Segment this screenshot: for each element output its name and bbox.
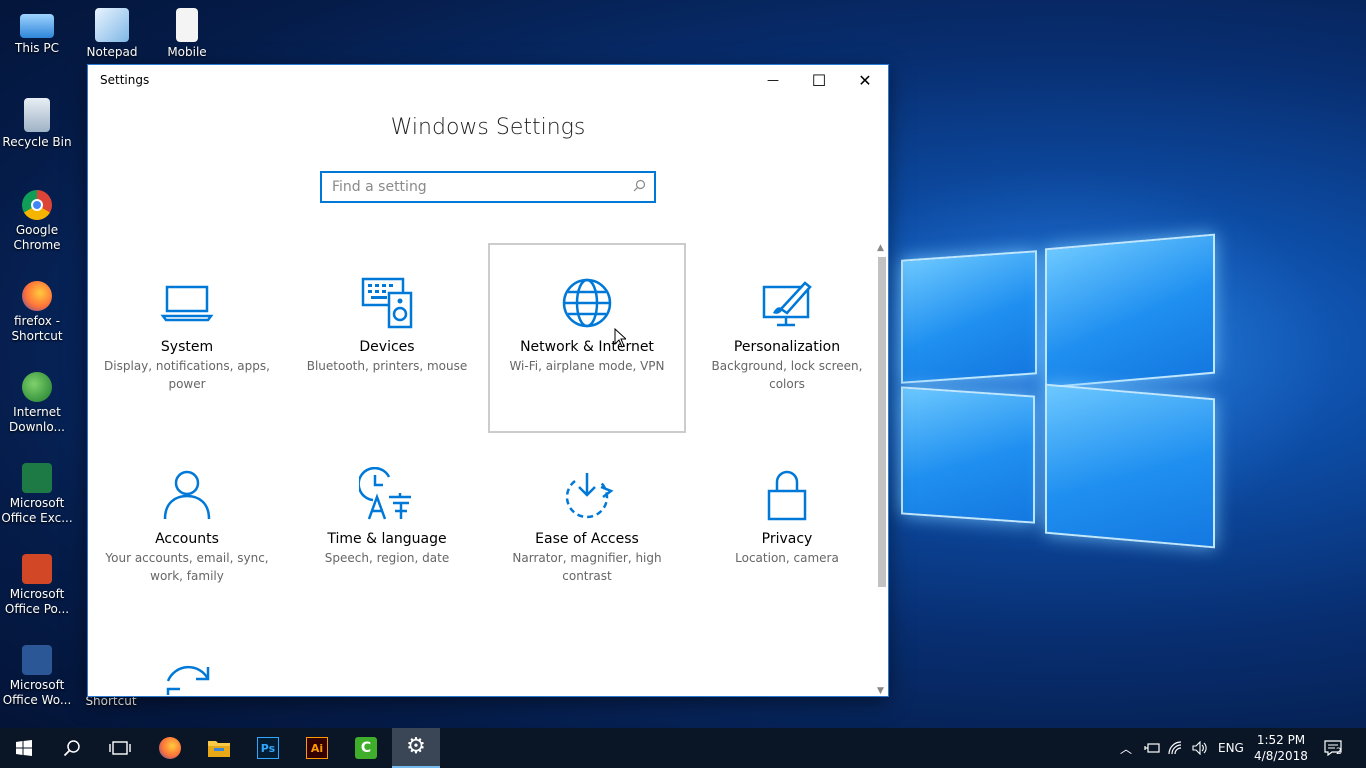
chevron-up-icon: ︿ xyxy=(1120,741,1133,756)
notification-count-badge: 2 xyxy=(1336,747,1342,757)
date: 4/8/2018 xyxy=(1254,749,1308,763)
tray-network[interactable] xyxy=(1168,728,1186,768)
desktop-icon-recycle-bin[interactable]: Recycle Bin xyxy=(0,98,74,150)
desktop-icon-word[interactable]: Microsoft Office Wo... xyxy=(0,645,74,708)
settings-icon: ⚙ xyxy=(406,734,426,759)
person-icon xyxy=(159,467,215,523)
recycle-bin-icon xyxy=(24,98,50,132)
close-icon: ✕ xyxy=(858,70,872,90)
file-explorer-icon xyxy=(208,741,230,757)
tile-system[interactable]: System Display, notifications, apps, pow… xyxy=(88,243,286,433)
lock-icon xyxy=(759,467,815,523)
title-bar[interactable]: Settings — ☐ ✕ xyxy=(88,65,888,95)
search-icon xyxy=(63,740,80,757)
desktop-icon-notepad[interactable]: Notepad xyxy=(75,8,149,60)
close-button[interactable]: ✕ xyxy=(842,65,888,95)
input-language[interactable]: ENG xyxy=(1218,728,1244,768)
illustrator-icon: Ai xyxy=(306,737,328,759)
desktop-icon-shortcut[interactable]: Shortcut xyxy=(74,694,148,709)
taskbar-file-explorer[interactable] xyxy=(195,728,243,768)
start-icon xyxy=(16,740,32,756)
desktop-icon-powerpoint[interactable]: Microsoft Office Po... xyxy=(0,554,74,617)
search-box[interactable] xyxy=(320,171,656,203)
task-view-icon xyxy=(109,741,131,755)
mouse-cursor-icon xyxy=(614,328,626,348)
taskbar-settings[interactable]: ⚙ xyxy=(392,728,440,768)
photoshop-icon: Ps xyxy=(257,737,279,759)
word-icon xyxy=(22,645,52,675)
tray-power[interactable] xyxy=(1144,728,1160,768)
file-icon xyxy=(176,8,198,42)
desktop-icon-internet-download[interactable]: Internet Downlo... xyxy=(0,372,74,435)
paintbrush-monitor-icon xyxy=(759,275,815,331)
search-icon xyxy=(633,179,646,196)
taskbar-firefox[interactable] xyxy=(146,728,194,768)
ease-of-access-icon xyxy=(559,467,615,523)
minimize-icon: — xyxy=(767,73,779,87)
settings-window: Settings — ☐ ✕ Windows Settings System D… xyxy=(88,65,888,696)
desktop-icon-google-chrome[interactable]: Google Chrome xyxy=(0,190,74,253)
start-button[interactable] xyxy=(0,728,48,768)
tile-privacy[interactable]: Privacy Location, camera xyxy=(688,435,886,625)
chrome-icon xyxy=(22,190,52,220)
scroll-up-icon[interactable]: ▲ xyxy=(877,243,884,253)
excel-icon xyxy=(22,463,52,493)
camtasia-icon: C xyxy=(355,737,377,759)
laptop-icon xyxy=(159,275,215,331)
clock-language-icon xyxy=(357,466,415,523)
task-view-button[interactable] xyxy=(96,728,144,768)
page-title: Windows Settings xyxy=(390,115,586,140)
desktop-icon-firefox-shortcut[interactable]: firefox - Shortcut xyxy=(0,281,74,344)
scroll-down-icon[interactable]: ▼ xyxy=(877,686,884,696)
clock[interactable]: 1:52 PM 4/8/2018 xyxy=(1250,732,1312,764)
tile-accounts[interactable]: Accounts Your accounts, email, sync, wor… xyxy=(88,435,286,625)
tray-volume[interactable] xyxy=(1192,728,1208,768)
desktop-icon-mobile-legends[interactable]: Mobile Legends Ba... xyxy=(150,8,224,60)
tile-devices[interactable]: Devices Bluetooth, printers, mouse xyxy=(288,243,486,433)
action-center-button[interactable]: 2 xyxy=(1324,728,1342,768)
desktop-icon-excel[interactable]: Microsoft Office Exc... xyxy=(0,463,74,526)
tile-time-language[interactable]: Time & language Speech, region, date xyxy=(288,435,486,625)
windows-logo-wallpaper xyxy=(885,225,1225,549)
show-hidden-icons-button[interactable]: ︿ xyxy=(1120,728,1132,768)
taskbar-camtasia[interactable]: C xyxy=(342,728,390,768)
maximize-icon: ☐ xyxy=(811,70,827,90)
speaker-icon xyxy=(1192,741,1207,755)
firefox-icon xyxy=(22,281,52,311)
scrollbar[interactable]: ▲ ▼ xyxy=(876,243,888,696)
powerpoint-icon xyxy=(22,554,52,584)
minimize-button[interactable]: — xyxy=(750,65,796,95)
taskbar-search-button[interactable] xyxy=(48,728,96,768)
battery-plug-icon xyxy=(1144,743,1160,753)
update-security-icon[interactable] xyxy=(160,659,216,696)
time: 1:52 PM xyxy=(1256,733,1306,747)
scrollbar-thumb[interactable] xyxy=(878,257,886,587)
firefox-icon xyxy=(159,737,181,759)
download-manager-icon xyxy=(22,372,52,402)
tile-personalization[interactable]: Personalization Background, lock screen,… xyxy=(688,243,886,433)
taskbar-photoshop[interactable]: Ps xyxy=(244,728,292,768)
tile-ease-of-access[interactable]: Ease of Access Narrator, magnifier, high… xyxy=(488,435,686,625)
maximize-button[interactable]: ☐ xyxy=(796,65,842,95)
keyboard-speaker-icon xyxy=(359,275,415,331)
window-title: Settings xyxy=(100,73,150,87)
wifi-icon xyxy=(1168,741,1182,755)
computer-icon xyxy=(20,14,54,38)
desktop-icon-this-pc[interactable]: This PC xyxy=(0,8,74,56)
taskbar: Ps Ai C ⚙ ︿ ENG 1:52 PM 4/8/2018 2 xyxy=(0,728,1366,768)
notepad-icon xyxy=(95,8,129,42)
globe-icon xyxy=(559,275,615,331)
search-input[interactable] xyxy=(322,173,622,201)
tile-network-internet[interactable]: Network & Internet Wi-Fi, airplane mode,… xyxy=(488,243,686,433)
taskbar-illustrator[interactable]: Ai xyxy=(293,728,341,768)
